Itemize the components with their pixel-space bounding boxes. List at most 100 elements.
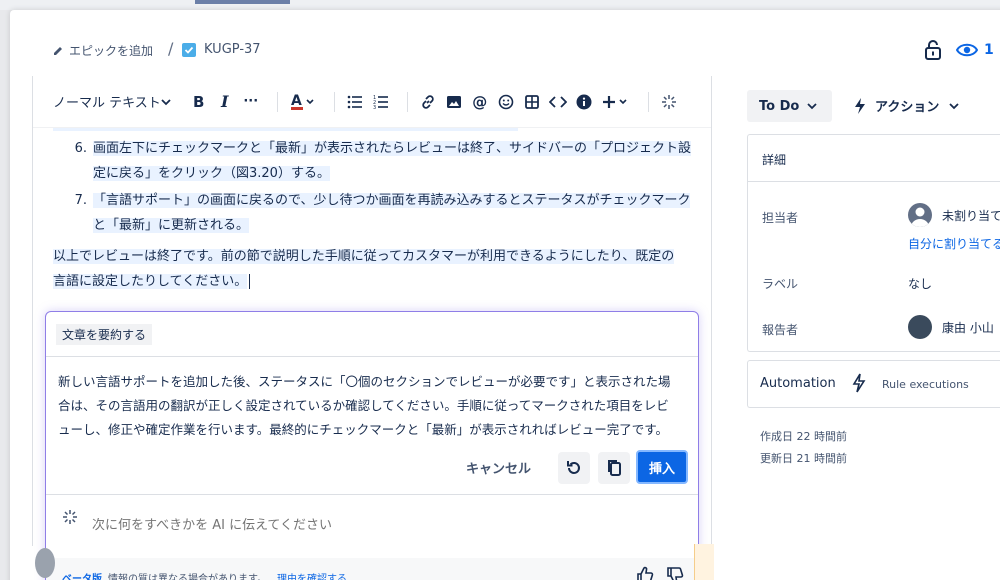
modal-header: エピックを追加 / KUGP-37 1: [10, 10, 1000, 80]
list-text: 画面左下にチェックマークと「最新」が表示されたらレビューは終了、サイドバーの「プ…: [93, 141, 692, 156]
assign-to-me-link[interactable]: 自分に割り当てる: [908, 235, 1000, 252]
background-strip: [0, 0, 1000, 10]
ai-summary-line: 新しい言語サポートを追加した後、ステータスに「〇個のセクションでレビューが必要で…: [58, 374, 671, 389]
issue-modal: エピックを追加 / KUGP-37 1 ノーマル テキスト B I ··· A …: [10, 10, 1000, 580]
lock-icon[interactable]: [924, 40, 942, 60]
learn-why-link[interactable]: 理由を確認する: [277, 570, 347, 580]
paragraph: 以上でレビューは終了です。前の節で説明した手順に従ってカスタマーが利用できるよう…: [53, 244, 693, 294]
divider: [748, 181, 1000, 182]
paragraph-text: 言語に設定したりしてください。: [53, 274, 248, 289]
assignee-value[interactable]: 未割り当て: [908, 203, 1000, 227]
assignee-label: 担当者: [762, 211, 799, 225]
list-text: 定に戻る」をクリック（図3.20）する。: [93, 166, 330, 181]
list-number: 6.: [74, 141, 87, 156]
automation-panel[interactable]: Automation Rule executions: [747, 360, 1000, 408]
ai-sparkle-icon[interactable]: [659, 88, 679, 116]
reporter-label: 報告者: [762, 323, 799, 337]
chevron-down-icon: [161, 98, 171, 105]
beta-badge: ベータ版: [62, 574, 102, 580]
avatar: [35, 548, 55, 578]
paragraph-text: 以上でレビューは終了です。前の節で説明した手順に従ってカスタマーが利用できるよう…: [53, 249, 675, 264]
assignee-name: 未割り当て: [942, 208, 1000, 223]
list-text: 「言語サポート」の画面に戻るので、少し待つか画面を再読み込みするとステータスがチ…: [93, 193, 691, 208]
eye-icon: [956, 43, 978, 57]
link-icon[interactable]: [418, 88, 438, 116]
reporter-value[interactable]: 康由 小山: [908, 315, 994, 339]
toolbar-divider: [406, 91, 408, 112]
list-item: 7. 「言語サポート」の画面に戻るので、少し待つか画面を再読み込みするとステータ…: [53, 188, 693, 238]
divider: [46, 494, 698, 495]
emoji-icon[interactable]: [496, 88, 516, 116]
copy-icon: [608, 460, 621, 476]
avatar: [908, 203, 932, 227]
rule-executions: Rule executions: [882, 378, 969, 391]
chevron-down-icon: [949, 102, 959, 109]
list-number: 7.: [74, 193, 87, 208]
updated-date: 更新日 21 時間前: [760, 452, 847, 465]
breadcrumb-separator: /: [168, 39, 174, 58]
status-dropdown[interactable]: To Do: [747, 90, 832, 122]
watchers-button[interactable]: 1: [956, 42, 994, 58]
created-date: 作成日 22 時間前: [760, 430, 847, 443]
ai-summary-text: 新しい言語サポートを追加した後、ステータスに「〇個のセクションでレビューが必要で…: [58, 370, 688, 442]
status-label: To Do: [759, 98, 800, 114]
list-item: 6. 画面左下にチェックマークと「最新」が表示されたらレビューは終了、サイドバー…: [53, 136, 693, 186]
insert-button[interactable]: 挿入: [636, 450, 688, 484]
thumbs-up-icon[interactable]: [636, 566, 654, 580]
bolt-icon: [855, 97, 865, 114]
selection-highlight: [53, 128, 518, 131]
retry-icon: [567, 461, 580, 474]
ai-summary-panel: 文章を要約する 新しい言語サポートを追加した後、ステータスに「〇個のセクションで…: [45, 311, 699, 580]
avatar: [908, 315, 932, 339]
ai-action-tag: 文章を要約する: [56, 324, 153, 345]
automation-title: Automation: [760, 376, 836, 391]
plus-icon[interactable]: [600, 88, 632, 116]
details-title: 詳細: [762, 153, 787, 167]
numbered-list-icon[interactable]: 123: [371, 88, 391, 116]
action-label: アクション: [875, 100, 940, 115]
ai-summary-line: 合は、その言語用の翻訳が正しく設定されているか確認してください。手順に従ってマー…: [58, 398, 669, 413]
text-style-label: ノーマル テキスト: [53, 96, 161, 111]
background-tab-indicator: [195, 0, 290, 4]
svg-text:A: A: [291, 93, 302, 109]
code-icon[interactable]: [548, 88, 568, 116]
ai-prompt-input[interactable]: [92, 518, 672, 533]
action-dropdown[interactable]: アクション: [853, 96, 959, 115]
info-icon[interactable]: [574, 88, 594, 116]
beta-note: 情報の質は異なる場合があります。: [108, 574, 267, 580]
beta-notice: ベータ版 情報の質は異なる場合があります。 理由を確認する: [62, 570, 347, 580]
divider: [46, 356, 698, 357]
text-style-dropdown[interactable]: ノーマル テキスト: [53, 88, 171, 116]
copy-button[interactable]: [598, 452, 630, 484]
details-panel: 詳細 担当者 未割り当て 自分に割り当てる ラベル なし 報告者 康由 小山: [747, 134, 1000, 352]
toolbar-divider: [647, 91, 649, 112]
watchers-count: 1: [984, 42, 994, 58]
table-icon[interactable]: [522, 88, 542, 116]
italic-icon[interactable]: I: [215, 88, 235, 116]
background-panel-edge: [694, 544, 714, 580]
bold-icon[interactable]: B: [189, 88, 209, 116]
editor-content[interactable]: 6. 画面左下にチェックマークと「最新」が表示されたらレビューは終了、サイドバー…: [53, 136, 693, 294]
toolbar-divider: [276, 91, 278, 112]
cancel-button[interactable]: キャンセル: [466, 458, 531, 477]
ai-sparkle-icon: [63, 510, 77, 524]
retry-button[interactable]: [558, 452, 590, 484]
add-epic-link[interactable]: エピックを追加: [52, 42, 153, 59]
mention-icon[interactable]: @: [470, 88, 490, 116]
issue-key: KUGP-37: [204, 42, 261, 57]
more-icon[interactable]: ···: [241, 88, 261, 116]
ai-actions: キャンセル 挿入: [46, 448, 698, 488]
thumbs-down-icon[interactable]: [666, 566, 684, 580]
image-icon[interactable]: [444, 88, 464, 116]
pencil-icon: [54, 46, 62, 55]
ai-summary-line: ューし、修正や確定作業を行います。最終的にチェックマークと「最新」が表示されれば…: [58, 422, 669, 437]
label-label: ラベル: [762, 277, 799, 291]
bolt-icon: [852, 373, 866, 393]
bullet-list-icon[interactable]: [345, 88, 365, 116]
add-epic-label: エピックを追加: [69, 44, 154, 58]
text-cursor: [249, 274, 255, 289]
text-color-icon[interactable]: A: [288, 88, 318, 116]
label-value[interactable]: なし: [908, 275, 932, 292]
svg-text:3: 3: [373, 105, 376, 109]
issue-key-link[interactable]: KUGP-37: [182, 42, 261, 57]
